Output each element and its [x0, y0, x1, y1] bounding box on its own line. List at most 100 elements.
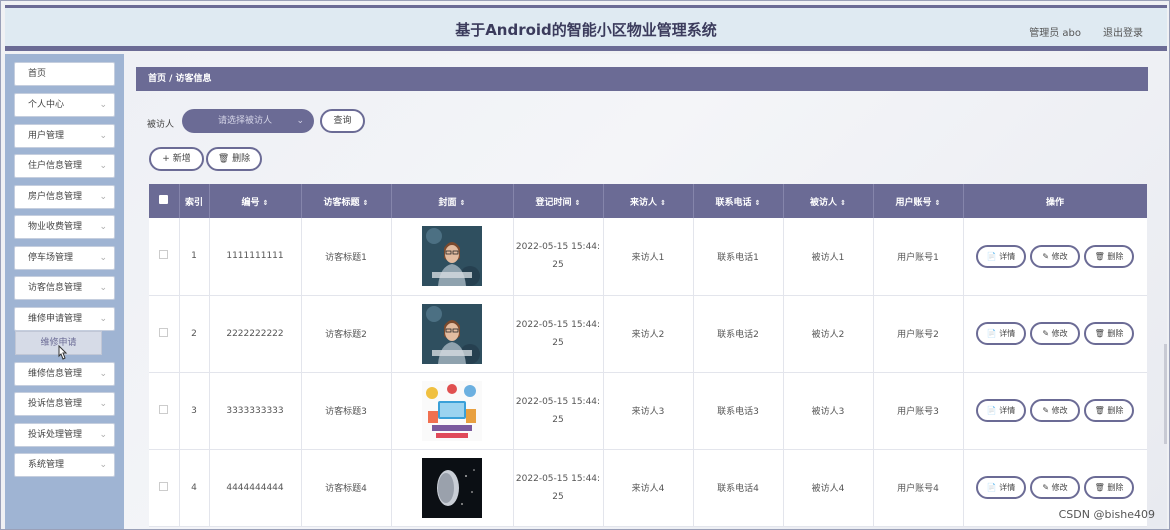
sidebar-item-6[interactable]: 停车场管理 ⌄	[14, 246, 115, 270]
sort-icon[interactable]: ⇕	[575, 199, 581, 207]
table-row[interactable]: 2 2222222222 访客标题2 2022-05-15 15:44: 25 来访人2 联…	[149, 295, 1147, 373]
column-header-5[interactable]: 登记时间 ⇕	[513, 184, 604, 218]
cell-actions: 📄 详情 ✎ 修改 🗑 删除	[963, 372, 1147, 450]
row-checkbox[interactable]	[159, 327, 169, 337]
sidebar-item-label: 停车场管理	[28, 253, 74, 263]
sidebar-item-label: 系统管理	[28, 460, 65, 470]
column-header-8[interactable]: 被访人 ⇕	[783, 184, 874, 218]
row-checkbox-cell[interactable]	[149, 372, 180, 450]
sidebar-item-2[interactable]: 用户管理 ⌄	[14, 124, 115, 148]
register-time-seconds: 25	[552, 491, 564, 502]
cell-cover	[391, 372, 514, 450]
cell-actions: 📄 详情 ✎ 修改 🗑 删除	[963, 295, 1147, 373]
query-button[interactable]: 查询	[320, 109, 365, 133]
sidebar-item-label: 维修信息管理	[28, 369, 83, 379]
column-header-6[interactable]: 来访人 ⇕	[603, 184, 694, 218]
sort-icon[interactable]: ⇕	[660, 199, 666, 207]
column-header-2[interactable]: 编号 ⇕	[209, 184, 302, 218]
detail-button[interactable]: 📄 详情	[976, 399, 1026, 422]
delete-button[interactable]: 🗑 删除	[1084, 322, 1134, 345]
column-header-3[interactable]: 访客标题 ⇕	[301, 184, 392, 218]
row-checkbox-cell[interactable]	[149, 449, 180, 527]
sidebar-item-label: 个人中心	[28, 100, 65, 110]
sidebar-item-12[interactable]: 系统管理 ⌄	[14, 453, 115, 477]
cell-phone: 联系电话3	[693, 372, 784, 450]
cell-visited: 被访人2	[783, 295, 874, 373]
detail-button[interactable]: 📄 详情	[976, 244, 1026, 268]
sidebar-item-7[interactable]: 访客信息管理 ⌄	[14, 276, 115, 300]
sort-icon[interactable]: ⇕	[460, 199, 466, 207]
cell-code: 2222222222	[209, 295, 302, 373]
sidebar-item-label: 住户信息管理	[28, 161, 83, 171]
sidebar-item-0[interactable]: 首页	[14, 62, 115, 86]
app-title: 基于Android的智能小区物业管理系统	[455, 21, 717, 39]
sort-icon[interactable]: ⇕	[755, 199, 761, 207]
column-header-label: 操作	[1045, 197, 1064, 208]
sidebar-item-4[interactable]: 房户信息管理 ⌄	[14, 185, 115, 209]
row-checkbox-cell[interactable]	[149, 218, 180, 296]
sidebar-item-9[interactable]: 维修信息管理 ⌄	[14, 362, 115, 386]
sort-icon[interactable]: ⇕	[935, 199, 941, 207]
chevron-down-icon: ⌄	[99, 192, 107, 202]
add-button[interactable]: + 新增	[149, 147, 204, 171]
edit-button[interactable]: ✎ 修改	[1030, 244, 1080, 268]
chevron-down-icon: ⌄	[99, 283, 107, 293]
cell-register-time: 2022-05-15 15:44: 25	[513, 295, 604, 373]
row-checkbox-cell[interactable]	[149, 295, 180, 373]
chevron-down-icon: ⌄	[99, 161, 107, 171]
column-header-4[interactable]: 封面 ⇕	[391, 184, 514, 218]
sidebar-item-label: 投诉信息管理	[28, 399, 83, 409]
sidebar-item-label: 维修申请管理	[28, 314, 83, 324]
sidebar-item-5[interactable]: 物业收费管理 ⌄	[14, 215, 115, 239]
delete-button[interactable]: 🗑 删除	[1084, 244, 1134, 268]
column-header-7[interactable]: 联系电话 ⇕	[693, 184, 784, 218]
row-checkbox[interactable]	[159, 481, 169, 491]
sidebar: 系统管理 ⌄ 投诉处理管理 ⌄ 投诉信息管理 ⌄ 维修信息管理 ⌄ 维修申请管理 ⌄ 访客信息管理 ⌄…	[5, 54, 124, 529]
column-header-1: 索引	[179, 184, 210, 218]
delete-button[interactable]: 🗑 删除	[1084, 399, 1134, 422]
cell-visitor: 来访人3	[603, 372, 694, 450]
column-header-label: 编号	[241, 197, 260, 208]
register-time-seconds: 25	[552, 337, 564, 348]
sidebar-item-8[interactable]: 维修申请管理 ⌄	[14, 307, 115, 331]
table-row[interactable]: 1 1111111111 访客标题1 2022-05-15 15:44: 25 来访人1 联…	[149, 218, 1147, 296]
row-checkbox[interactable]	[159, 250, 169, 260]
sidebar-item-11[interactable]: 投诉处理管理 ⌄	[14, 423, 115, 447]
logout-link[interactable]: 退出登录	[1103, 24, 1143, 39]
edit-button[interactable]: ✎ 修改	[1030, 399, 1080, 422]
cell-account: 用户账号4	[873, 449, 964, 527]
sidebar-item-10[interactable]: 投诉信息管理 ⌄	[14, 392, 115, 416]
chevron-down-icon: ⌄	[99, 460, 107, 470]
cover-desk-illustration	[422, 380, 482, 441]
sidebar-item-3[interactable]: 住户信息管理 ⌄	[14, 154, 115, 178]
visited-person-select[interactable]: 请选择被访人 ⌄	[182, 109, 314, 133]
sidebar-item-1[interactable]: 个人中心 ⌄	[14, 93, 115, 117]
detail-button[interactable]: 📄 详情	[976, 322, 1026, 345]
scrollbar[interactable]	[1164, 344, 1167, 444]
cell-index: 3	[179, 372, 210, 450]
delete-button[interactable]: 🗑 删除	[1084, 476, 1134, 499]
chevron-down-icon: ⌄	[99, 253, 107, 263]
column-header-label: 被访人	[810, 197, 838, 208]
column-header-9[interactable]: 用户账号 ⇕	[873, 184, 964, 218]
table-row[interactable]: 4 4444444444 访客标题4 2022-05-15 15:44: 25 来访人4 联…	[149, 449, 1147, 527]
edit-button[interactable]: ✎ 修改	[1030, 322, 1080, 345]
sort-icon[interactable]: ⇕	[263, 199, 269, 207]
detail-button[interactable]: 📄 详情	[976, 476, 1026, 499]
sidebar-item-label: 用户管理	[28, 131, 65, 141]
edit-button[interactable]: ✎ 修改	[1030, 476, 1080, 499]
row-checkbox[interactable]	[159, 404, 169, 414]
cover-dark-image	[422, 457, 482, 518]
register-time-seconds: 25	[552, 414, 564, 425]
cell-visited: 被访人3	[783, 372, 874, 450]
visited-person-label: 被访人	[147, 120, 175, 130]
sort-icon[interactable]: ⇕	[363, 199, 369, 207]
select-all-checkbox[interactable]	[159, 195, 169, 204]
mouse-pointer-icon	[58, 345, 68, 360]
table-row[interactable]: 3 3333333333 访客标题3 2022-05-15 15:44: 25 来访人3 联…	[149, 372, 1147, 450]
batch-delete-button[interactable]: 🗑 删除	[206, 147, 262, 171]
cell-visited: 被访人4	[783, 449, 874, 527]
sort-icon[interactable]: ⇕	[840, 199, 846, 207]
sidebar-item-label: 投诉处理管理	[28, 430, 83, 440]
cell-title: 访客标题3	[301, 372, 392, 450]
